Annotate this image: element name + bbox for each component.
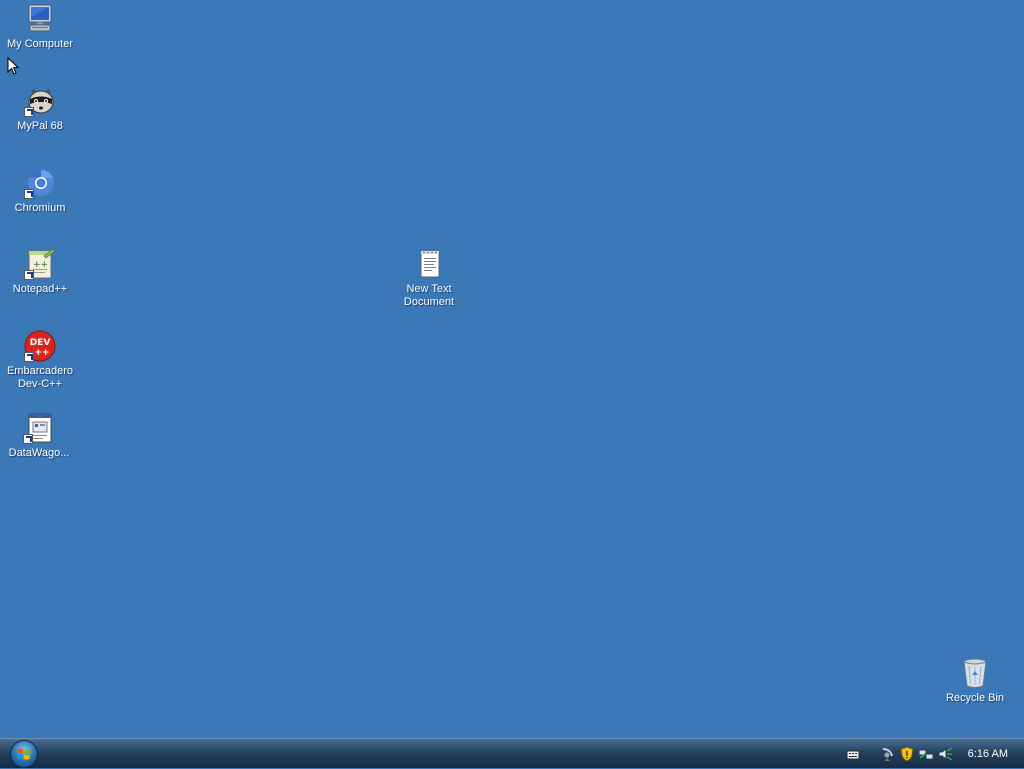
desktop-icon-chromium[interactable]: Chromium	[2, 167, 78, 215]
desktop-icon-dev-cpp[interactable]: DEV ++ Embarcadero Dev-C++	[2, 330, 78, 391]
shortcut-arrow-icon	[24, 352, 34, 362]
desktop-icon-label: New Text Document	[403, 283, 455, 308]
desktop-icon-my-computer[interactable]: My Computer	[2, 3, 78, 51]
clock[interactable]: 6:16 AM	[968, 748, 1008, 760]
desktop-icon-label: My Computer	[6, 38, 74, 50]
svg-text:++: ++	[34, 348, 49, 358]
svg-text:DEV: DEV	[30, 338, 51, 348]
svg-text:++: ++	[33, 260, 48, 270]
desktop-icon-notepad-plus-plus[interactable]: ++ Notepad++	[2, 248, 78, 296]
desktop-icon-label: Chromium	[14, 202, 66, 214]
my-computer-icon	[24, 3, 56, 35]
windows-logo-icon	[16, 748, 31, 760]
mypal-raccoon-icon	[24, 85, 56, 117]
desktop: My Computer MyPal 68 Chromium ++ Notepad…	[0, 0, 1024, 738]
datawagon-icon	[23, 412, 55, 444]
shortcut-arrow-icon	[24, 107, 34, 117]
shortcut-arrow-icon	[23, 434, 33, 444]
text-document-icon	[413, 248, 445, 280]
network-icon[interactable]	[918, 746, 934, 762]
desktop-icon-label: Notepad++	[12, 283, 68, 295]
shortcut-arrow-icon	[24, 270, 34, 280]
system-tray: 6:16 AM	[845, 739, 1024, 769]
desktop-icon-label: MyPal 68	[17, 120, 63, 132]
shield-icon[interactable]	[899, 746, 915, 762]
dev-cpp-icon: DEV ++	[24, 330, 56, 362]
chromium-icon	[24, 167, 56, 199]
desktop-icon-label: Recycle Bin	[945, 692, 1005, 704]
desktop-icon-label: Embarcadero Dev-C++	[6, 365, 74, 390]
desktop-icon-recycle-bin[interactable]: Recycle Bin	[937, 657, 1013, 705]
keyboard-icon[interactable]	[845, 746, 861, 762]
volume-icon[interactable]	[937, 746, 953, 762]
taskbar: 6:16 AM	[0, 738, 1024, 768]
desktop-icon-datawagon[interactable]: DataWago...	[1, 412, 77, 460]
notepad-plus-plus-icon: ++	[24, 248, 56, 280]
desktop-icon-new-text-document[interactable]: New Text Document	[391, 248, 467, 309]
desktop-icon-label: DataWago...	[8, 447, 70, 459]
satellite-icon[interactable]	[880, 746, 896, 762]
shortcut-arrow-icon	[24, 189, 34, 199]
start-button[interactable]	[10, 740, 38, 768]
desktop-icon-mypal[interactable]: MyPal 68	[2, 85, 78, 133]
recycle-bin-icon	[959, 657, 991, 689]
